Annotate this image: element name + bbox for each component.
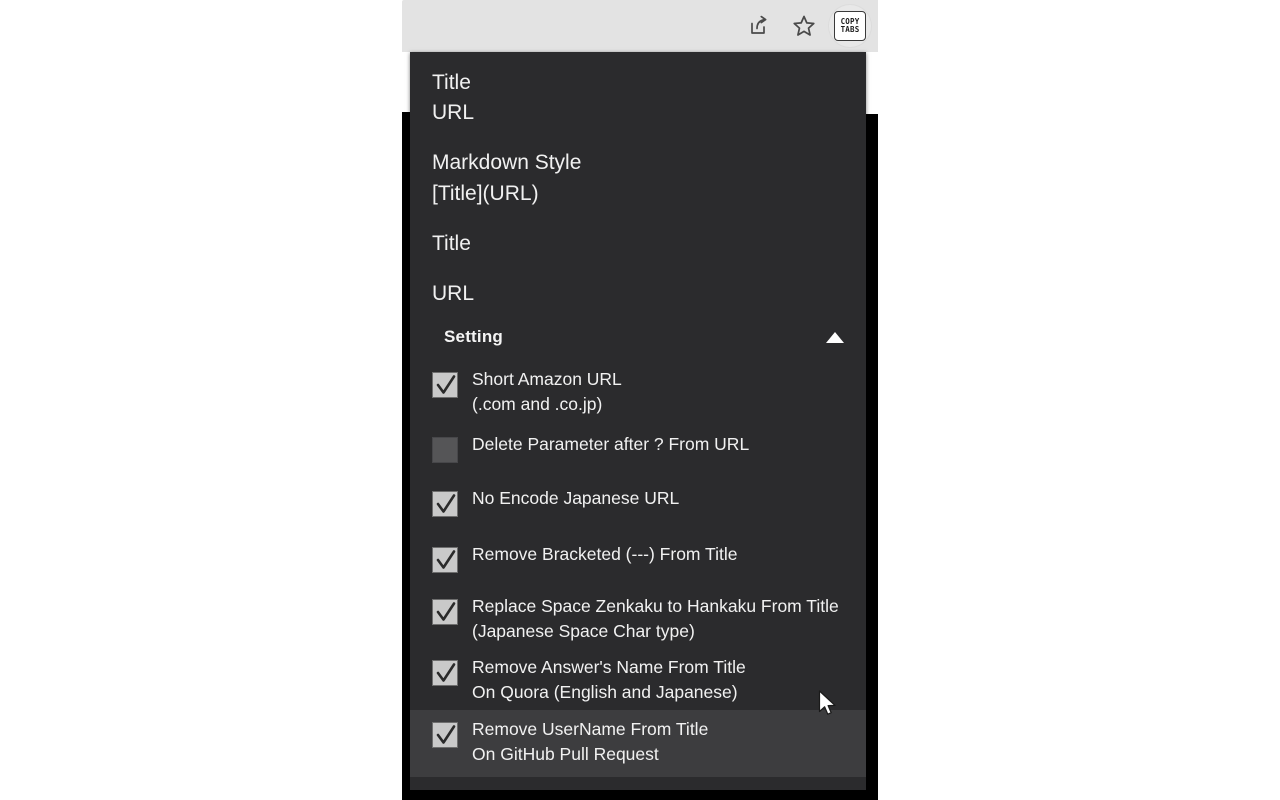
screen: COPY TABS Title URL Markdown Style [Titl…: [0, 0, 1280, 800]
checkbox-checked-icon[interactable]: [432, 547, 458, 574]
checkbox-unchecked-icon[interactable]: [432, 437, 458, 464]
setting-labels: Remove Bracketed (---) From Title: [472, 541, 737, 567]
setting-label-line1: No Encode Japanese URL: [472, 488, 680, 509]
setting-label-line2: On Quora (English and Japanese): [472, 681, 738, 702]
checkbox-checked-icon[interactable]: [432, 491, 458, 518]
setting-label-line1: Short Amazon URL: [472, 369, 622, 390]
toolbar-actions: COPY TABS: [736, 0, 872, 52]
setting-row-remove-answers-name[interactable]: Remove Answer's Name From Title On Quora…: [410, 650, 866, 711]
menu-item-line1: Title: [432, 231, 471, 255]
copy-tabs-icon-line2: TABS: [840, 25, 860, 34]
copy-tabs-extension-button[interactable]: COPY TABS: [828, 4, 872, 48]
setting-label-line1: Remove UserName From Title: [472, 719, 709, 740]
setting-labels: Remove UserName From Title On GitHub Pul…: [472, 716, 708, 767]
bookmark-button[interactable]: [782, 4, 826, 48]
copy-format-list: Title URL Markdown Style [Title](URL) Ti…: [410, 52, 866, 319]
setting-labels: Remove Answer's Name From Title On Quora…: [472, 654, 746, 705]
setting-row-replace-space-zenkaku[interactable]: Replace Space Zenkaku to Hankaku From Ti…: [410, 581, 866, 650]
setting-label-line1: Replace Space Zenkaku to Hankaku From Ti…: [472, 596, 839, 617]
setting-label-line1: Remove Bracketed (---) From Title: [472, 544, 738, 565]
setting-row-delete-parameter[interactable]: Delete Parameter after ? From URL: [410, 423, 866, 471]
setting-labels: No Encode Japanese URL: [472, 485, 679, 511]
star-icon: [791, 13, 817, 39]
setting-section-header[interactable]: Setting: [410, 319, 866, 356]
checkbox-checked-icon[interactable]: [432, 599, 458, 626]
setting-row-short-amazon-url[interactable]: Short Amazon URL (.com and .co.jp): [410, 360, 866, 423]
menu-item-line1: Title: [432, 71, 471, 94]
setting-labels: Delete Parameter after ? From URL: [472, 431, 749, 457]
setting-section-title: Setting: [444, 327, 504, 347]
setting-label-line1: Remove Answer's Name From Title: [472, 656, 746, 677]
menu-item-title-only[interactable]: Title: [410, 213, 866, 263]
setting-label-line2: (Japanese Space Char type): [472, 620, 695, 641]
share-icon: [746, 14, 770, 38]
setting-label-line1: Delete Parameter after ? From URL: [472, 434, 750, 455]
setting-row-remove-bracketed[interactable]: Remove Bracketed (---) From Title: [410, 525, 866, 581]
menu-item-title-url[interactable]: Title URL: [410, 64, 866, 132]
setting-labels: Short Amazon URL (.com and .co.jp): [472, 366, 622, 417]
extension-popup: Title URL Markdown Style [Title](URL) Ti…: [410, 52, 866, 790]
checkbox-checked-icon[interactable]: [432, 722, 458, 749]
browser-toolbar: COPY TABS: [402, 0, 878, 52]
menu-item-line2: URL: [432, 101, 475, 125]
copy-view-section-header[interactable]: Copy View: [410, 777, 866, 790]
menu-item-url-only[interactable]: URL: [410, 263, 866, 313]
caret-up-icon[interactable]: [826, 331, 844, 343]
copy-tabs-icon: COPY TABS: [834, 11, 866, 41]
menu-item-line1: URL: [432, 282, 475, 306]
setting-label-line2: On GitHub Pull Request: [472, 744, 659, 765]
menu-item-line2: [Title](URL): [432, 181, 539, 205]
setting-label-line2: (.com and .co.jp): [472, 394, 603, 415]
share-button[interactable]: [736, 4, 780, 48]
setting-row-remove-username[interactable]: Remove UserName From Title On GitHub Pul…: [410, 710, 866, 778]
setting-labels: Replace Space Zenkaku to Hankaku From Ti…: [472, 593, 839, 644]
checkbox-checked-icon[interactable]: [432, 372, 458, 399]
setting-list: Short Amazon URL (.com and .co.jp) Delet…: [410, 356, 866, 778]
menu-item-line1: Markdown Style: [432, 151, 582, 175]
checkbox-checked-icon[interactable]: [432, 659, 458, 686]
menu-item-markdown-style[interactable]: Markdown Style [Title](URL): [410, 132, 866, 212]
setting-row-no-encode-japanese-url[interactable]: No Encode Japanese URL: [410, 471, 866, 525]
